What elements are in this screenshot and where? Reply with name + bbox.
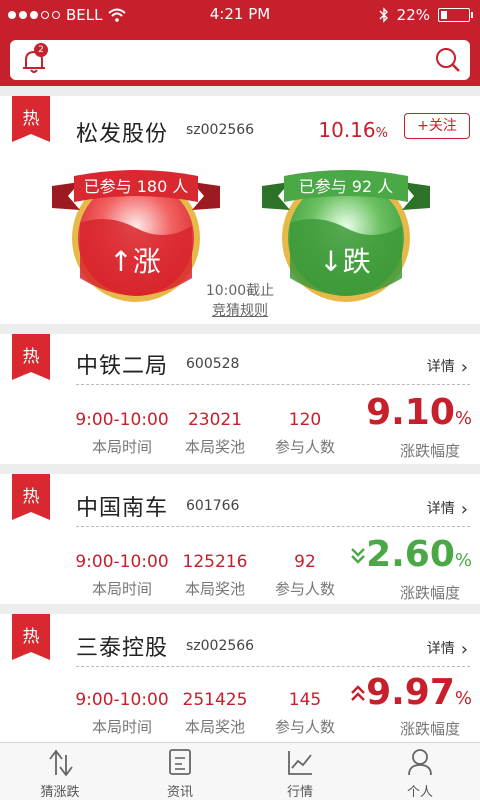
detail-link[interactable]: 详情 › bbox=[427, 498, 468, 520]
stock-name: 中国南车 bbox=[76, 496, 169, 521]
deadline-text: 10:00截止 bbox=[205, 283, 275, 299]
chevron-right-icon: › bbox=[460, 639, 468, 660]
featured-change-pct: 10.16% bbox=[318, 118, 388, 142]
stat-time: 9:00-10:00 本局时间 bbox=[75, 552, 169, 598]
stat-people: 92 参与人数 bbox=[274, 552, 335, 598]
stock-name: 三泰控股 bbox=[76, 636, 169, 661]
stock-name: 中铁二局 bbox=[76, 354, 169, 379]
divider bbox=[76, 526, 470, 527]
stock-card[interactable]: 热 中铁二局 600528 详情 › 9:00-10:00 本局时间 23021 本局… bbox=[0, 334, 480, 464]
up-label: ↑涨 bbox=[109, 245, 161, 278]
hot-tag-icon bbox=[12, 96, 50, 142]
tab-label: 猜涨跌 bbox=[40, 785, 80, 800]
rules-link[interactable]: 竞猜规则 bbox=[190, 300, 290, 320]
battery-icon bbox=[438, 8, 473, 22]
stat-people: 120 参与人数 bbox=[274, 410, 335, 456]
featured-stock-name: 松发股份 bbox=[76, 122, 169, 147]
chevron-right-icon: › bbox=[460, 357, 468, 378]
chevron-right-icon: › bbox=[460, 499, 468, 520]
stat-pool: 23021 本局奖池 bbox=[184, 410, 245, 456]
tab-market[interactable]: 行情 bbox=[240, 743, 360, 800]
change-pct: 9.10% bbox=[366, 392, 472, 433]
app-root: BELL 4:21 PM 22% 2 热 松发股份 sz002566 10.16… bbox=[0, 0, 480, 800]
double-chevron-down-icon bbox=[351, 548, 365, 564]
search-bar[interactable]: 2 bbox=[10, 40, 470, 80]
status-bar: BELL 4:21 PM 22% bbox=[0, 0, 480, 30]
trend-icon bbox=[288, 751, 312, 775]
stock-card[interactable]: 热 三泰控股 sz002566 详情 › 9:00-10:00 本局时间 25142… bbox=[0, 614, 480, 742]
up-participants: 已参与 180 人 bbox=[83, 177, 189, 196]
status-right: 22% bbox=[379, 6, 473, 24]
tab-profile[interactable]: 个人 bbox=[360, 743, 480, 800]
featured-stock-code: sz002566 bbox=[186, 122, 255, 138]
tab-label: 资讯 bbox=[166, 785, 193, 800]
tab-bar: 猜涨跌 资讯 行情 个人 bbox=[0, 742, 480, 800]
stock-code: sz002566 bbox=[186, 638, 255, 654]
change-pct-label: 涨跌幅度 bbox=[399, 584, 460, 602]
change-pct-label: 涨跌幅度 bbox=[399, 720, 460, 738]
follow-button[interactable]: +关注 bbox=[404, 113, 470, 139]
news-icon bbox=[169, 749, 191, 775]
hot-tag-icon bbox=[12, 614, 50, 660]
tab-label: 个人 bbox=[406, 785, 433, 800]
double-chevron-up-icon bbox=[351, 685, 365, 701]
stat-time: 9:00-10:00 本局时间 bbox=[75, 410, 169, 456]
person-icon bbox=[408, 749, 432, 776]
notification-badge: 2 bbox=[34, 43, 48, 57]
battery-percent: 22% bbox=[396, 6, 430, 24]
stat-pool: 125216 本局奖池 bbox=[182, 552, 248, 598]
stock-card[interactable]: 热 中国南车 601766 详情 › 9:00-10:00 本局时间 125216 本… bbox=[0, 474, 480, 604]
divider bbox=[76, 666, 470, 667]
bluetooth-icon bbox=[379, 7, 388, 23]
header: BELL 4:21 PM 22% 2 bbox=[0, 0, 480, 86]
detail-link[interactable]: 详情 › bbox=[427, 638, 468, 660]
change-pct-label: 涨跌幅度 bbox=[399, 442, 460, 460]
stock-code: 601766 bbox=[186, 498, 240, 514]
down-label: ↓跌 bbox=[319, 245, 371, 278]
search-icon[interactable] bbox=[434, 46, 462, 74]
tab-guess[interactable]: 猜涨跌 bbox=[0, 743, 120, 800]
change-pct: 9.97% bbox=[366, 672, 472, 713]
detail-link[interactable]: 详情 › bbox=[427, 356, 468, 378]
tab-label: 行情 bbox=[286, 785, 313, 800]
hot-tag-icon bbox=[12, 334, 50, 380]
stat-pool: 251425 本局奖池 bbox=[182, 690, 248, 736]
stat-time: 9:00-10:00 本局时间 bbox=[75, 690, 169, 736]
stat-people: 145 参与人数 bbox=[274, 690, 335, 736]
change-pct: 2.60% bbox=[366, 534, 472, 575]
chart-up-down-icon bbox=[49, 749, 73, 777]
divider bbox=[76, 384, 470, 385]
tab-news[interactable]: 资讯 bbox=[120, 743, 240, 800]
stock-code: 600528 bbox=[186, 356, 240, 372]
hot-tag-icon bbox=[12, 474, 50, 520]
down-participants: 已参与 92 人 bbox=[298, 177, 394, 196]
